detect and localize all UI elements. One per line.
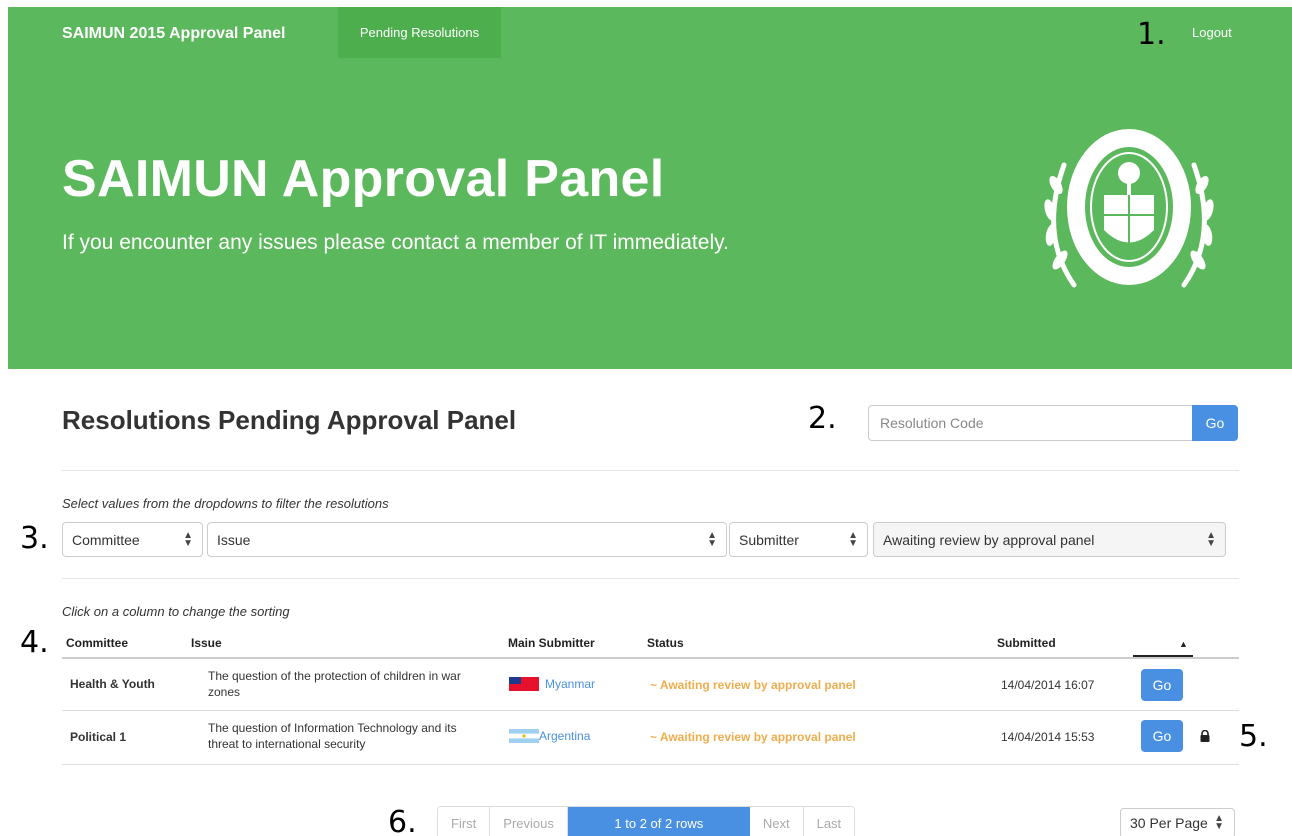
select-arrows-icon: ▲ ▼ bbox=[1206, 530, 1216, 549]
row-submitter-link[interactable]: Argentina bbox=[539, 729, 590, 743]
select-arrows-icon: ▲ ▼ bbox=[1214, 813, 1224, 832]
pagination-previous[interactable]: Previous bbox=[490, 807, 568, 836]
column-header-submitted[interactable]: Submitted bbox=[997, 636, 1056, 650]
sorting-hint: Click on a column to change the sorting bbox=[62, 604, 290, 619]
annotation-1: 1. bbox=[1137, 17, 1166, 52]
annotation-6: 6. bbox=[388, 805, 417, 836]
hero-banner: SAIMUN 2015 Approval Panel Pending Resol… bbox=[8, 7, 1292, 369]
row-go-button[interactable]: Go bbox=[1141, 720, 1183, 752]
pagination-next[interactable]: Next bbox=[749, 807, 804, 836]
status-filter-select[interactable]: Awaiting review by approval panel ▲ ▼ bbox=[873, 522, 1226, 557]
issue-filter-select[interactable]: Issue ▲ ▼ bbox=[207, 522, 727, 557]
school-seal-logo bbox=[1044, 129, 1214, 288]
row-submitter-link[interactable]: Myanmar bbox=[545, 677, 595, 691]
per-page-value: 30 Per Page bbox=[1130, 815, 1208, 831]
row-issue-line: threat to international security bbox=[208, 737, 366, 751]
hero-title: SAIMUN Approval Panel bbox=[62, 150, 665, 208]
issue-filter-value: Issue bbox=[217, 531, 251, 548]
select-arrows-icon: ▲ ▼ bbox=[707, 530, 717, 549]
select-arrows-icon: ▲ ▼ bbox=[848, 530, 858, 549]
pagination-first[interactable]: First bbox=[438, 807, 491, 836]
pagination-current: 1 to 2 of 2 rows bbox=[567, 807, 750, 836]
row-status: ~ Awaiting review by approval panel bbox=[650, 678, 856, 692]
row-issue-line: The question of Information Technology a… bbox=[208, 721, 457, 735]
column-header-main-submitter[interactable]: Main Submitter bbox=[508, 636, 595, 650]
navbar-brand[interactable]: SAIMUN 2015 Approval Panel bbox=[62, 25, 285, 43]
committee-filter-value: Committee bbox=[72, 531, 140, 548]
hero-subtitle: If you encounter any issues please conta… bbox=[62, 231, 729, 254]
annotation-4: 4. bbox=[20, 625, 49, 660]
submitter-filter-value: Submitter bbox=[739, 531, 799, 548]
row-committee: Political 1 bbox=[70, 730, 127, 744]
column-header-issue[interactable]: Issue bbox=[191, 636, 222, 650]
argentina-flag-icon bbox=[509, 729, 539, 743]
resolution-code-go-button[interactable]: Go bbox=[1192, 405, 1238, 441]
submitter-filter-select[interactable]: Submitter ▲ ▼ bbox=[729, 522, 868, 557]
per-page-select[interactable]: 30 Per Page ▲ ▼ bbox=[1120, 808, 1235, 836]
row-submitted-date: 14/04/2014 15:53 bbox=[1001, 730, 1095, 744]
row-issue-line: zones bbox=[208, 685, 241, 699]
filter-hint: Select values from the dropdowns to filt… bbox=[62, 496, 389, 511]
row-go-button[interactable]: Go bbox=[1141, 669, 1183, 701]
annotation-3: 3. bbox=[20, 521, 49, 556]
myanmar-flag-icon bbox=[509, 677, 539, 691]
lock-icon bbox=[1200, 730, 1210, 742]
row-submitted-date: 14/04/2014 16:07 bbox=[1001, 678, 1095, 692]
divider bbox=[62, 578, 1239, 579]
row-issue-line: The question of the protection of childr… bbox=[208, 669, 461, 683]
row-status: ~ Awaiting review by approval panel bbox=[650, 730, 856, 744]
resolution-code-input[interactable] bbox=[868, 405, 1193, 441]
select-arrows-icon: ▲ ▼ bbox=[183, 530, 193, 549]
row-committee: Health & Youth bbox=[70, 677, 155, 691]
pagination: First Previous 1 to 2 of 2 rows Next Las… bbox=[437, 806, 856, 836]
page-title: Resolutions Pending Approval Panel bbox=[62, 405, 517, 435]
status-filter-value: Awaiting review by approval panel bbox=[883, 531, 1095, 548]
annotation-2: 2. bbox=[808, 401, 837, 436]
row-divider bbox=[62, 764, 1239, 765]
committee-filter-select[interactable]: Committee ▲ ▼ bbox=[62, 522, 203, 557]
row-divider bbox=[62, 710, 1239, 711]
column-header-status[interactable]: Status bbox=[647, 636, 684, 650]
nav-tab-pending-resolutions[interactable]: Pending Resolutions bbox=[338, 7, 501, 58]
annotation-5: 5. bbox=[1239, 719, 1268, 754]
sort-ascending-icon[interactable]: ▲ bbox=[1179, 639, 1188, 649]
column-header-committee[interactable]: Committee bbox=[66, 636, 128, 650]
table-header-border bbox=[62, 657, 1239, 659]
pagination-last[interactable]: Last bbox=[803, 807, 855, 836]
divider bbox=[62, 470, 1239, 471]
logout-link[interactable]: Logout bbox=[1192, 25, 1232, 40]
